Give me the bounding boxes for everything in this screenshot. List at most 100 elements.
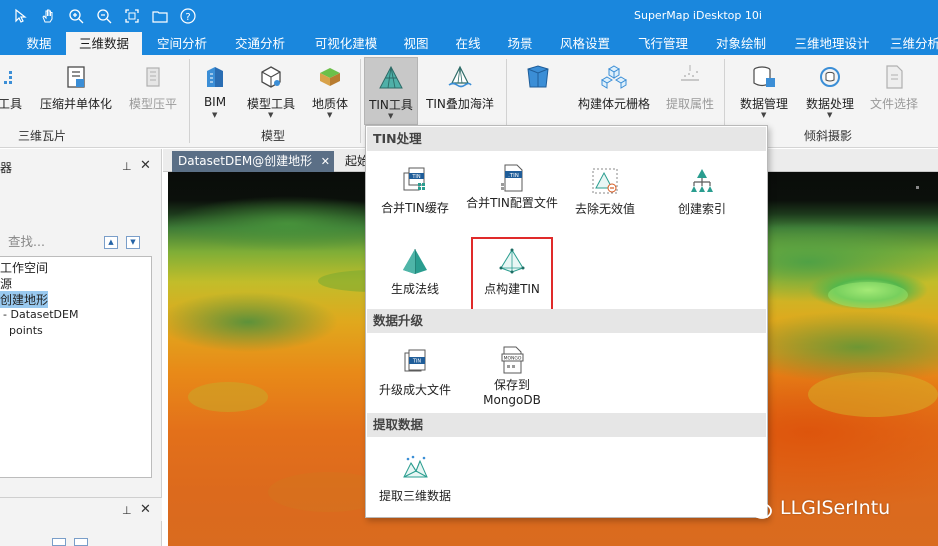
- building-compress-icon: [62, 63, 90, 91]
- tin-remove-invalid-icon: [590, 166, 620, 196]
- pin-icon[interactable]: ⊥: [122, 160, 132, 173]
- geobody-layers-icon: [316, 63, 344, 91]
- arrow-down-icon[interactable]: ▼: [126, 236, 140, 249]
- tree-item-points[interactable]: points: [9, 324, 43, 337]
- tree-item-workspace[interactable]: 工作空间: [0, 259, 48, 276]
- tin-triangle-icon: [377, 64, 405, 92]
- tin-tools-button[interactable]: TIN工具 ▼: [364, 57, 418, 125]
- create-index-item[interactable]: 创建索引: [656, 166, 748, 226]
- mongodb-file-icon: MONGO: [497, 345, 527, 375]
- generate-normals-item[interactable]: 生成法线: [369, 246, 461, 306]
- dropdown-arrow-icon: ▼: [388, 112, 394, 120]
- compress-merge-button[interactable]: 压缩并单体化: [34, 57, 118, 127]
- full-extent-icon[interactable]: [124, 8, 140, 24]
- tab-traffic-analysis[interactable]: 交通分析: [226, 32, 294, 55]
- dropdown-arrow-icon: ▼: [327, 111, 333, 119]
- svg-text:MONGO: MONGO: [504, 356, 522, 362]
- extract-attribute-button[interactable]: 提取属性: [662, 57, 718, 127]
- wechat-logo-icon: [740, 494, 774, 522]
- voxel-cube-icon: [524, 63, 552, 91]
- tools-button[interactable]: 工具: [0, 57, 26, 127]
- title-bar: ? SuperMap iDesktop 10i: [0, 0, 938, 32]
- extract-3d-data-icon: [400, 453, 430, 483]
- close-icon[interactable]: ✕: [140, 502, 151, 517]
- help-icon[interactable]: ?: [180, 8, 196, 24]
- tab-label: DatasetDEM@创建地形: [178, 154, 313, 168]
- arrow-up-icon[interactable]: ▲: [104, 236, 118, 249]
- close-icon[interactable]: ✕: [140, 158, 151, 173]
- panel-title: 器: [0, 161, 13, 175]
- tab-3d-analysis[interactable]: 三维分析: [890, 32, 938, 55]
- tab-online[interactable]: 在线: [448, 32, 488, 55]
- secondary-panel-header: ⊥ ✕: [0, 497, 162, 521]
- remove-invalid-values-item[interactable]: 去除无效值: [559, 166, 651, 226]
- merge-tin-config-item[interactable]: .TIN 合并TIN配置文件: [466, 163, 558, 227]
- arrow-down-icon[interactable]: [74, 538, 88, 546]
- build-voxel-grid-button[interactable]: 构建体元栅格: [572, 57, 656, 127]
- group-label-oblique: 倾斜摄影: [804, 129, 853, 143]
- star-dot: [916, 186, 919, 189]
- data-processing-button[interactable]: 数据处理 ▼: [800, 57, 860, 127]
- svg-text:?: ?: [185, 12, 190, 23]
- tab-3d-geodesign[interactable]: 三维地理设计: [786, 32, 878, 55]
- file-select-icon: [880, 63, 908, 91]
- open-folder-icon[interactable]: [152, 8, 168, 24]
- dropdown-arrow-icon: ▼: [827, 111, 833, 119]
- save-to-mongodb-item[interactable]: MONGO 保存到MongoDB: [466, 345, 558, 409]
- geobody-button[interactable]: 地质体 ▼: [306, 57, 354, 127]
- zoom-in-icon[interactable]: [68, 8, 84, 24]
- extract-3d-data-item[interactable]: 提取三维数据: [369, 453, 461, 513]
- arrow-up-icon[interactable]: [52, 538, 66, 546]
- pin-icon[interactable]: ⊥: [122, 504, 132, 517]
- dropdown-arrow-icon: ▼: [212, 111, 218, 119]
- svg-text:TIN: TIN: [411, 174, 421, 180]
- building-flatten-icon: [139, 63, 167, 91]
- ribbon-separator: [360, 59, 361, 143]
- merge-tin-cache-item[interactable]: TIN 合并TIN缓存: [369, 165, 461, 225]
- tin-index-tree-icon: [687, 166, 717, 196]
- bim-button[interactable]: BIM ▼: [195, 57, 235, 127]
- upgrade-file-icon: TIN: [400, 347, 430, 377]
- svg-text:.TIN: .TIN: [508, 173, 519, 179]
- data-management-button[interactable]: 数据管理 ▼: [734, 57, 794, 127]
- tab-scene[interactable]: 场景: [500, 32, 540, 55]
- upgrade-large-file-item[interactable]: TIN 升级成大文件: [369, 347, 461, 407]
- group-label-tiles: 三维瓦片: [18, 129, 67, 143]
- workspace-tree: 工作空间 源 创建地形 - DatasetDEM points: [0, 256, 152, 478]
- section-header-data-upgrade: 数据升级: [367, 309, 766, 333]
- tab-view[interactable]: 视图: [396, 32, 436, 55]
- pointer-icon[interactable]: [12, 8, 28, 24]
- tab-data[interactable]: 数据: [18, 32, 60, 55]
- tin-normals-icon: [400, 246, 430, 276]
- tab-style-settings[interactable]: 风格设置: [552, 32, 618, 55]
- file-select-button[interactable]: 文件选择: [864, 57, 924, 127]
- model-tools-button[interactable]: 模型工具 ▼: [240, 57, 302, 127]
- tab-scene-datasetdem[interactable]: DatasetDEM@创建地形 ✕: [172, 151, 334, 172]
- tree-item-datasource[interactable]: 源: [0, 275, 12, 292]
- model-flatten-button[interactable]: 模型压平: [122, 57, 184, 127]
- bim-building-icon: [201, 63, 229, 91]
- search-input[interactable]: 查找...: [0, 232, 100, 252]
- tab-spatial-analysis[interactable]: 空间分析: [148, 32, 216, 55]
- tab-visual-modeling[interactable]: 可视化建模: [306, 32, 386, 55]
- tab-flight-management[interactable]: 飞行管理: [630, 32, 696, 55]
- app-title: SuperMap iDesktop 10i: [634, 9, 762, 22]
- tree-item-create-terrain[interactable]: 创建地形: [0, 291, 49, 308]
- tin-ocean-button[interactable]: TIN叠加海洋: [420, 57, 500, 127]
- tab-3d-data[interactable]: 三维数据: [66, 32, 142, 55]
- tree-item-label: DatasetDEM: [10, 308, 79, 321]
- terrain-patch: [808, 372, 938, 417]
- zoom-out-icon[interactable]: [96, 8, 112, 24]
- tree-item-datasetdem[interactable]: - DatasetDEM: [3, 308, 78, 321]
- watermark-text: LLGISerIntu: [780, 497, 891, 519]
- ribbon-separator: [189, 59, 190, 143]
- extract-attribute-icon: [676, 63, 704, 91]
- build-tim-button[interactable]: [510, 57, 566, 127]
- tab-object-drawing[interactable]: 对象绘制: [708, 32, 774, 55]
- section-header-tin-processing: TIN处理: [367, 127, 766, 151]
- dropdown-arrow-icon: ▼: [761, 111, 767, 119]
- pan-hand-icon[interactable]: [40, 8, 56, 24]
- terrain-patch: [828, 282, 908, 308]
- close-tab-icon[interactable]: ✕: [321, 151, 330, 172]
- dropdown-arrow-icon: ▼: [268, 111, 274, 119]
